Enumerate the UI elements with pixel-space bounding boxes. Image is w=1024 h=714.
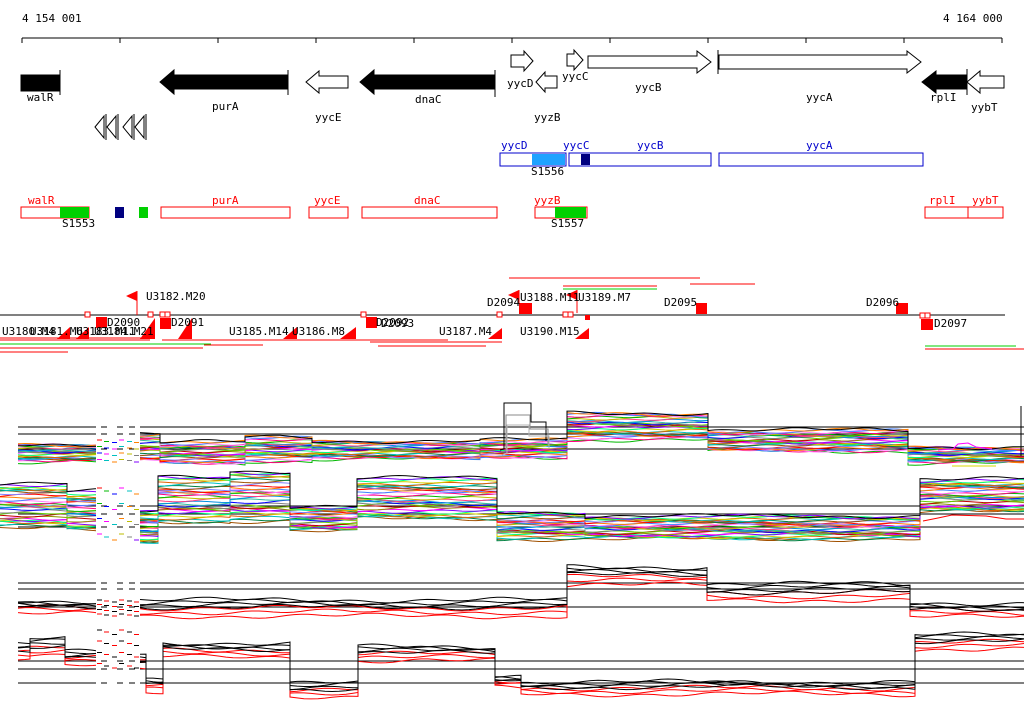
gene-arrow-yycC[interactable] xyxy=(566,48,584,72)
marker-label-D2095[interactable]: D2095 xyxy=(664,297,697,308)
gene-label-yycD[interactable]: yycD xyxy=(507,78,534,89)
marker-label-U3188.M11[interactable]: U3188.M11 xyxy=(520,292,580,303)
expression-track-duo-1 xyxy=(17,564,1024,620)
gene-arrow-yyzB[interactable] xyxy=(535,70,558,94)
gene-label-yybT[interactable]: yybT xyxy=(971,102,998,113)
segment-gene-label-yycA[interactable]: yycA xyxy=(806,140,833,151)
chevron-arrows xyxy=(94,114,147,140)
marker-label-D2096[interactable]: D2096 xyxy=(866,297,899,308)
segment-gene-label-dnaC[interactable]: dnaC xyxy=(414,195,441,206)
gene-arrow-yycB[interactable] xyxy=(587,49,712,75)
marker-label-U3186.M8[interactable]: U3186.M8 xyxy=(292,326,345,337)
gene-arrow-yycA[interactable] xyxy=(717,49,922,75)
segment-id-label-S1553: S1553 xyxy=(62,217,96,230)
gene-label-yycC[interactable]: yycC xyxy=(562,71,589,82)
coordinate-ruler xyxy=(21,37,1003,43)
marker-label-U3190.M15[interactable]: U3190.M15 xyxy=(520,326,580,337)
segment-gene-label-yycE[interactable]: yycE xyxy=(314,195,341,206)
gene-label-yycE[interactable]: yycE xyxy=(315,112,342,123)
gene-label-rplI[interactable]: rplI xyxy=(930,92,957,103)
segment-gene-label-yyzB[interactable]: yyzB xyxy=(534,195,561,206)
segment-gene-label-rplI[interactable]: rplI xyxy=(929,195,956,206)
marker-label-D2091[interactable]: D2091 xyxy=(171,317,204,328)
marker-label-U3189.M7[interactable]: U3189.M7 xyxy=(578,292,631,303)
gene-arrow-purA[interactable] xyxy=(159,68,289,96)
marker-label-U3182.M20[interactable]: U3182.M20 xyxy=(146,291,206,302)
marker-label-D2090[interactable]: D2090 xyxy=(107,317,140,328)
segment-gene-label-yycB[interactable]: yycB xyxy=(637,140,664,151)
marker-label-D2094[interactable]: D2094 xyxy=(487,297,520,308)
segment-gene-label-purA[interactable]: purA xyxy=(212,195,239,206)
gene-label-yyzB[interactable]: yyzB xyxy=(534,112,561,123)
gene-arrow-yybT[interactable] xyxy=(966,69,1005,95)
segment-gene-label-walR[interactable]: walR xyxy=(28,195,55,206)
expression-track-multi-1 xyxy=(17,402,1024,466)
gene-label-purA[interactable]: purA xyxy=(212,101,239,112)
marker-label-U3187.M4[interactable]: U3187.M4 xyxy=(439,326,492,337)
genome-browser-view: 4 154 001 4 164 000 walR purA yycE dnaC yycD… xyxy=(0,0,1024,714)
gene-arrow-yycE[interactable] xyxy=(305,69,349,95)
expression-track-duo-2 xyxy=(17,629,1024,700)
segment-id-label-S1556: S1556 xyxy=(531,165,565,178)
gene-label-yycB[interactable]: yycB xyxy=(635,82,662,93)
segment-gene-label-yycD[interactable]: yycD xyxy=(501,140,528,151)
gene-label-dnaC[interactable]: dnaC xyxy=(415,94,442,105)
red-segment-row[interactable] xyxy=(20,206,1004,219)
segment-gene-label-yycC[interactable]: yycC xyxy=(563,140,590,151)
segment-id-label-S1557: S1557 xyxy=(551,217,585,230)
gene-arrow-yycD[interactable] xyxy=(510,49,534,73)
gene-label-yycA[interactable]: yycA xyxy=(806,92,833,103)
segment-gene-label-yybT[interactable]: yybT xyxy=(972,195,999,206)
browser-graphics xyxy=(0,37,1024,700)
gene-label-walR[interactable]: walR xyxy=(27,92,54,103)
expression-track-multi-2 xyxy=(0,465,1024,544)
marker-label-U3185.M14[interactable]: U3185.M14 xyxy=(229,326,289,337)
marker-label-D2093[interactable]: D2093 xyxy=(381,318,414,329)
marker-label-D2097[interactable]: D2097 xyxy=(934,318,967,329)
